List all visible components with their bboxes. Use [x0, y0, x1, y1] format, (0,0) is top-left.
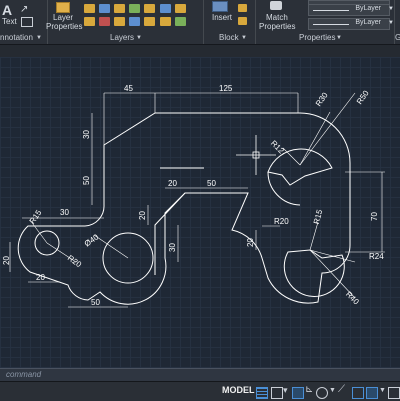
- groups-panel-label[interactable]: G: [395, 33, 400, 42]
- command-line[interactable]: command: [0, 368, 400, 381]
- layer-tool-icon[interactable]: [114, 4, 125, 13]
- diameter-40: Ø40: [83, 232, 101, 248]
- dim-45: 45: [124, 84, 133, 93]
- grid-icon[interactable]: [256, 387, 268, 399]
- insert-label[interactable]: Insert: [212, 13, 232, 22]
- dim-20-b: 20: [138, 211, 147, 220]
- dim-50-bottom: 50: [91, 298, 100, 307]
- transparency-icon[interactable]: [366, 387, 378, 399]
- polar-tracking-icon[interactable]: [292, 387, 304, 399]
- model-tab[interactable]: MODEL: [222, 385, 255, 395]
- layer-properties-label-1[interactable]: Layer: [53, 13, 73, 22]
- layer-tool-icon[interactable]: [99, 17, 110, 26]
- chevron-down-icon[interactable]: ▼: [36, 35, 42, 41]
- dim-20-d: 20: [36, 273, 45, 282]
- radius-R20-left: R20: [66, 253, 84, 269]
- ribbon-separator: [255, 0, 256, 44]
- ribbon-separator: [203, 0, 204, 44]
- layer-tool-icon[interactable]: [84, 4, 95, 13]
- dimension-lines: [9, 92, 385, 308]
- chevron-down-icon[interactable]: ▼: [336, 35, 342, 41]
- layer-tool-icon[interactable]: [175, 4, 186, 13]
- dim-30-top: 30: [60, 208, 69, 217]
- layer-properties-icon[interactable]: [56, 2, 70, 13]
- object-snap-tracking-icon[interactable]: ⟋: [338, 384, 348, 395]
- properties-panel-label[interactable]: Properties: [299, 33, 335, 42]
- status-bar: MODEL ▾ ⊾ ▼ ⟋ ▼: [0, 381, 400, 401]
- lineweight-icon[interactable]: [352, 387, 364, 399]
- linetype-value: ByLayer: [355, 5, 381, 12]
- annotation-scale-icon[interactable]: [388, 387, 400, 399]
- insert-block-icon[interactable]: [212, 1, 228, 12]
- chevron-down-icon[interactable]: ▼: [241, 35, 247, 41]
- snap-icon[interactable]: [271, 387, 283, 399]
- linetype-dropdown[interactable]: ByLayer: [308, 4, 390, 16]
- layer-tool-icon[interactable]: [114, 17, 125, 26]
- drawing-canvas[interactable]: 45 125 30 50 30 20 50 20 30 20 20 50 20 …: [0, 57, 400, 370]
- annotation-panel-label[interactable]: nnotation: [0, 33, 33, 42]
- dim-20-a: 20: [168, 179, 177, 188]
- chevron-down-icon[interactable]: ▼: [136, 35, 142, 41]
- object-snap-icon[interactable]: [316, 387, 328, 399]
- layer-tool-icon[interactable]: [144, 4, 155, 13]
- leader-line: [299, 92, 356, 166]
- layer-tool-icon[interactable]: [144, 17, 155, 26]
- radius-R50: R50: [355, 88, 371, 106]
- dim-125: 125: [219, 84, 233, 93]
- layer-tool-icon[interactable]: [129, 17, 140, 26]
- leader-icon[interactable]: ↗: [20, 4, 28, 15]
- lineweight-value: ByLayer: [355, 19, 381, 26]
- text-tool-label[interactable]: Text: [2, 17, 17, 26]
- dim-20-c: 20: [2, 256, 11, 265]
- layer-tool-icon[interactable]: [175, 17, 186, 26]
- layer-properties-label-2[interactable]: Properties: [46, 22, 82, 31]
- radius-R20-right: R20: [274, 217, 289, 226]
- text-tool-icon[interactable]: A: [2, 2, 12, 18]
- leader-line: [299, 111, 331, 166]
- radius-R40-right: R40: [344, 290, 361, 307]
- dim-30-left: 30: [82, 130, 91, 139]
- isodraft-icon[interactable]: ⊾: [305, 384, 315, 395]
- inner-profile: [154, 192, 186, 275]
- radius-R30: R30: [314, 90, 330, 108]
- cad-drawing: 45 125 30 50 30 20 50 20 30 20 20 50 20 …: [2, 84, 385, 308]
- dim-50-left: 50: [82, 176, 91, 185]
- dim-70: 70: [370, 212, 379, 221]
- layer-tool-icon[interactable]: [99, 4, 110, 13]
- create-block-icon[interactable]: [238, 4, 247, 12]
- match-properties-label-1[interactable]: Match: [266, 13, 288, 22]
- table-tool-icon[interactable]: [21, 17, 33, 27]
- dim-30-mid: 30: [168, 243, 177, 252]
- radius-R24: R24: [369, 252, 384, 261]
- layer-tool-icon[interactable]: [160, 4, 171, 13]
- radius-R15-right: R15: [312, 208, 325, 225]
- ribbon: A Text ↗ Layer Properties Insert Match P…: [0, 0, 400, 45]
- file-tab-strip: [0, 45, 400, 57]
- upper-right-slot: [267, 148, 333, 186]
- radius-R15-left: R15: [28, 208, 44, 226]
- dim-20-e: 20: [246, 238, 255, 247]
- layer-tool-icon[interactable]: [129, 4, 140, 13]
- layers-panel-label[interactable]: Layers: [110, 33, 134, 42]
- command-input[interactable]: command: [6, 370, 41, 379]
- crosshair-cursor-icon: [236, 135, 276, 175]
- layer-tool-icon[interactable]: [84, 17, 95, 26]
- match-properties-icon[interactable]: [270, 1, 282, 10]
- dim-50-mid: 50: [207, 179, 216, 188]
- leader-line: [309, 221, 319, 251]
- edit-block-icon[interactable]: [238, 17, 247, 25]
- lineweight-dropdown[interactable]: ByLayer: [308, 18, 390, 30]
- layer-tool-icon[interactable]: [160, 17, 171, 26]
- match-properties-label-2[interactable]: Properties: [259, 22, 295, 31]
- block-panel-label[interactable]: Block: [219, 33, 239, 42]
